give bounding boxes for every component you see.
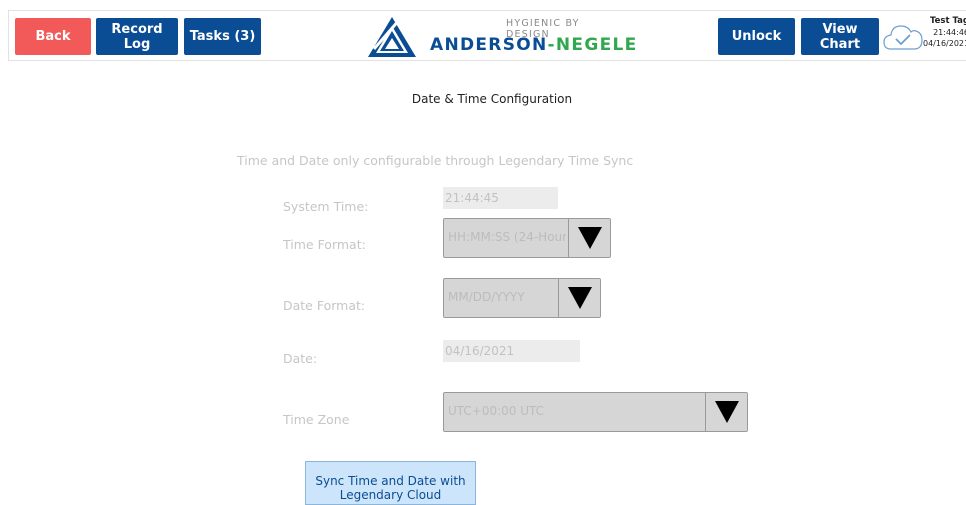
time-format-select[interactable]: HH:MM:SS (24-Hour) — [443, 218, 611, 258]
unlock-button[interactable]: Unlock — [718, 18, 795, 55]
triangle-down-icon — [567, 287, 592, 309]
page-title: Date & Time Configuration — [411, 92, 573, 106]
device-time: 21:44:46 — [933, 28, 966, 37]
date-format-label: Date Format: — [283, 298, 366, 313]
system-time-field: 21:44:45 — [443, 187, 558, 209]
time-format-value: HH:MM:SS (24-Hour) — [448, 230, 566, 244]
device-tag-name: Test Tag — [929, 16, 966, 26]
date-field: 04/16/2021 — [443, 340, 580, 362]
sync-notice: Time and Date only configurable through … — [237, 153, 634, 168]
view-chart-button[interactable]: View Chart — [801, 18, 879, 55]
triangle-down-icon — [577, 227, 602, 249]
device-status: Test Tag 21:44:46 04/16/2021 — [923, 16, 966, 48]
time-zone-dropdown-arrow[interactable] — [705, 393, 747, 431]
time-zone-select[interactable]: UTC+00:00 UTC — [443, 392, 748, 432]
date-format-select[interactable]: MM/DD/YYYY — [443, 278, 601, 318]
triangle-down-icon — [714, 401, 739, 423]
logo-name: ANDERSON-NEGELE — [430, 35, 638, 55]
triangle-logo-icon — [368, 17, 416, 57]
device-date: 04/16/2021 — [923, 39, 966, 48]
record-log-button[interactable]: Record Log — [96, 18, 178, 55]
system-time-label: System Time: — [283, 199, 369, 214]
anderson-negele-logo: HYGIENIC BY DESIGN ANDERSON-NEGELE — [366, 14, 636, 58]
tasks-button[interactable]: Tasks (3) — [184, 18, 261, 55]
time-format-label: Time Format: — [283, 237, 366, 252]
sync-time-date-button[interactable]: Sync Time and Date with Legendary Cloud — [305, 461, 476, 505]
time-zone-label: Time Zone — [283, 412, 350, 427]
time-format-dropdown-arrow[interactable] — [568, 219, 610, 257]
date-format-value: MM/DD/YYYY — [448, 290, 525, 304]
time-zone-value: UTC+00:00 UTC — [448, 404, 545, 418]
date-label: Date: — [283, 351, 318, 366]
back-button[interactable]: Back — [15, 18, 91, 55]
sync-button-line1: Sync Time and Date with — [315, 473, 466, 488]
header-bar: Back Record Log Tasks (3) HYGIENIC BY DE… — [8, 10, 966, 61]
date-format-dropdown-arrow[interactable] — [558, 279, 600, 317]
cloud-check-icon — [883, 25, 923, 50]
sync-button-line2: Legendary Cloud — [339, 487, 442, 502]
